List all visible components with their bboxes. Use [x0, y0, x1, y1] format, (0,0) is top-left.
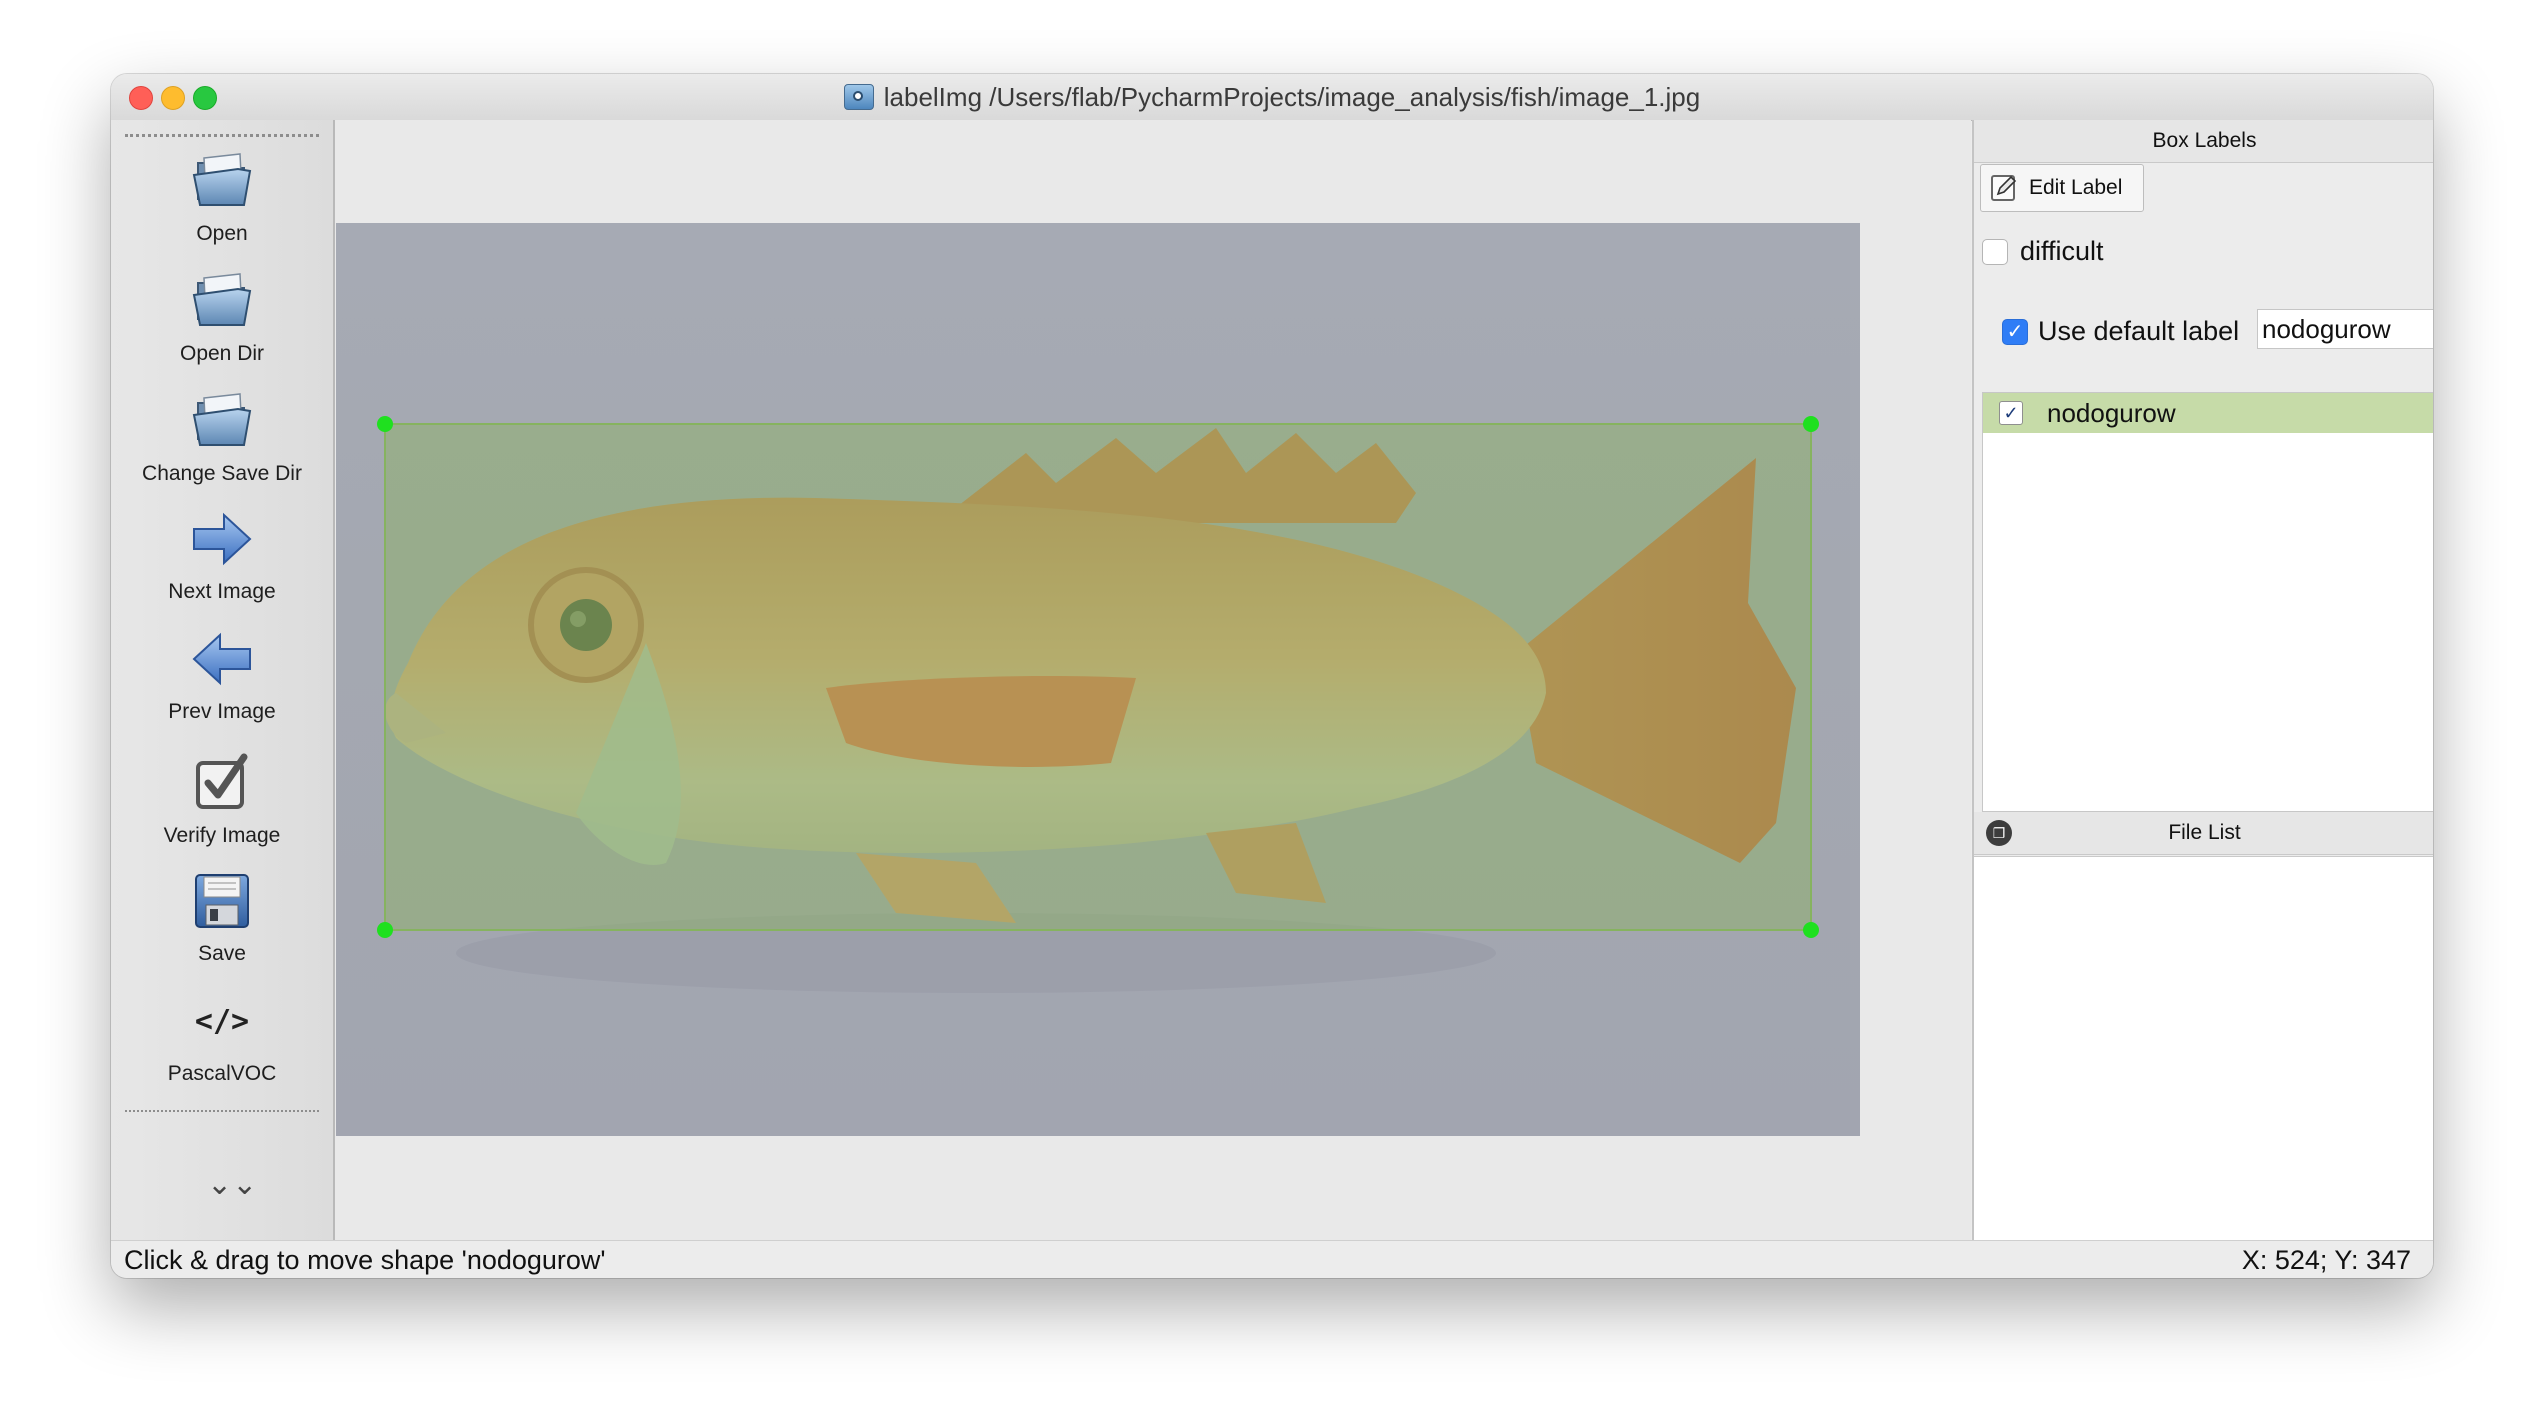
bounding-box-nodogurow[interactable]	[377, 416, 1819, 938]
verify-image-label: Verify Image	[163, 824, 281, 847]
dock-float-restore-icon[interactable]: ❐	[1986, 820, 2012, 846]
bbox-handle-bottom-left[interactable]	[377, 922, 393, 938]
next-image-label: Next Image	[168, 580, 276, 603]
difficult-checkbox-box[interactable]	[1982, 238, 2008, 265]
prev-image-button[interactable]: Prev Image	[111, 624, 333, 738]
next-image-button[interactable]: Next Image	[111, 504, 333, 618]
save-button[interactable]: Save	[111, 866, 333, 980]
bbox-handle-top-right[interactable]	[1803, 416, 1819, 432]
title-bar[interactable]: labelImg /Users/flab/PycharmProjects/ima…	[111, 74, 2433, 121]
verify-image-button[interactable]: Verify Image	[111, 748, 333, 862]
file-list[interactable]	[1974, 856, 2433, 1241]
left-toolbar: Open Open Dir Change Save Dir Next Image…	[111, 120, 335, 1240]
use-default-label-checkbox[interactable]: ✓ Use default label	[2002, 316, 2239, 347]
use-default-label-text: Use default label	[2038, 316, 2240, 346]
edit-label-text: Edit Label	[2029, 176, 2123, 199]
difficult-label: difficult	[2020, 236, 2104, 266]
save-label: Save	[198, 942, 246, 965]
toolbar-overflow-chevron-icon[interactable]: ⌄⌄	[207, 1170, 257, 1200]
status-message: Click & drag to move shape 'nodogurow'	[124, 1245, 606, 1275]
open-dir-button[interactable]: Open Dir	[111, 266, 333, 380]
change-save-dir-folder-icon	[187, 386, 257, 456]
labelimg-window: labelImg /Users/flab/PycharmProjects/ima…	[111, 74, 2433, 1278]
toolbar-separator	[125, 1110, 319, 1112]
cursor-coordinates: X: 524; Y: 347	[2241, 1245, 2411, 1275]
prev-image-label: Prev Image	[168, 700, 276, 723]
pascalvoc-format-button[interactable]: </> PascalVOC	[111, 986, 333, 1100]
window-title: labelImg /Users/flab/PycharmProjects/ima…	[883, 81, 1701, 112]
label-visibility-checkbox[interactable]: ✓	[1999, 401, 2023, 425]
label-list-item-text: nodogurow	[2047, 397, 2176, 428]
code-tag-icon: </>	[194, 1003, 250, 1039]
edit-label-button[interactable]: Edit Label	[1980, 164, 2144, 212]
change-save-dir-label: Change Save Dir	[142, 462, 302, 485]
difficult-checkbox[interactable]: difficult	[1982, 236, 2104, 267]
label-list[interactable]: ✓ nodogurow	[1982, 392, 2433, 812]
floppy-disk-icon	[187, 866, 257, 936]
bbox-handle-bottom-right[interactable]	[1803, 922, 1819, 938]
open-button[interactable]: Open	[111, 146, 333, 260]
status-bar: Click & drag to move shape 'nodogurow' X…	[111, 1240, 2433, 1278]
box-labels-title: Box Labels	[1974, 120, 2433, 163]
use-default-label-check-icon[interactable]: ✓	[2002, 318, 2028, 345]
open-label: Open	[196, 222, 248, 245]
label-list-item[interactable]: ✓ nodogurow	[1983, 393, 2433, 433]
file-list-title: File List	[1974, 812, 2433, 855]
right-dock: Box Labels Edit Label difficult ✓ Use de…	[1972, 120, 2433, 1241]
toolbar-handle-top[interactable]	[125, 134, 319, 137]
labelimg-app-icon	[843, 84, 874, 110]
default-label-input[interactable]	[2257, 309, 2433, 349]
image-canvas[interactable]	[335, 120, 1971, 1240]
verify-checkbox-icon	[187, 748, 257, 818]
open-folder-icon	[187, 146, 257, 216]
edit-pencil-icon	[1991, 175, 2017, 201]
pascalvoc-label: PascalVOC	[167, 1062, 277, 1085]
open-dir-folder-icon	[187, 266, 257, 336]
arrow-right-icon	[187, 504, 257, 574]
fish-image	[336, 223, 1860, 1136]
arrow-left-icon	[187, 624, 257, 694]
change-save-dir-button[interactable]: Change Save Dir	[111, 386, 333, 500]
bbox-handle-top-left[interactable]	[377, 416, 393, 432]
open-dir-label: Open Dir	[179, 342, 265, 365]
